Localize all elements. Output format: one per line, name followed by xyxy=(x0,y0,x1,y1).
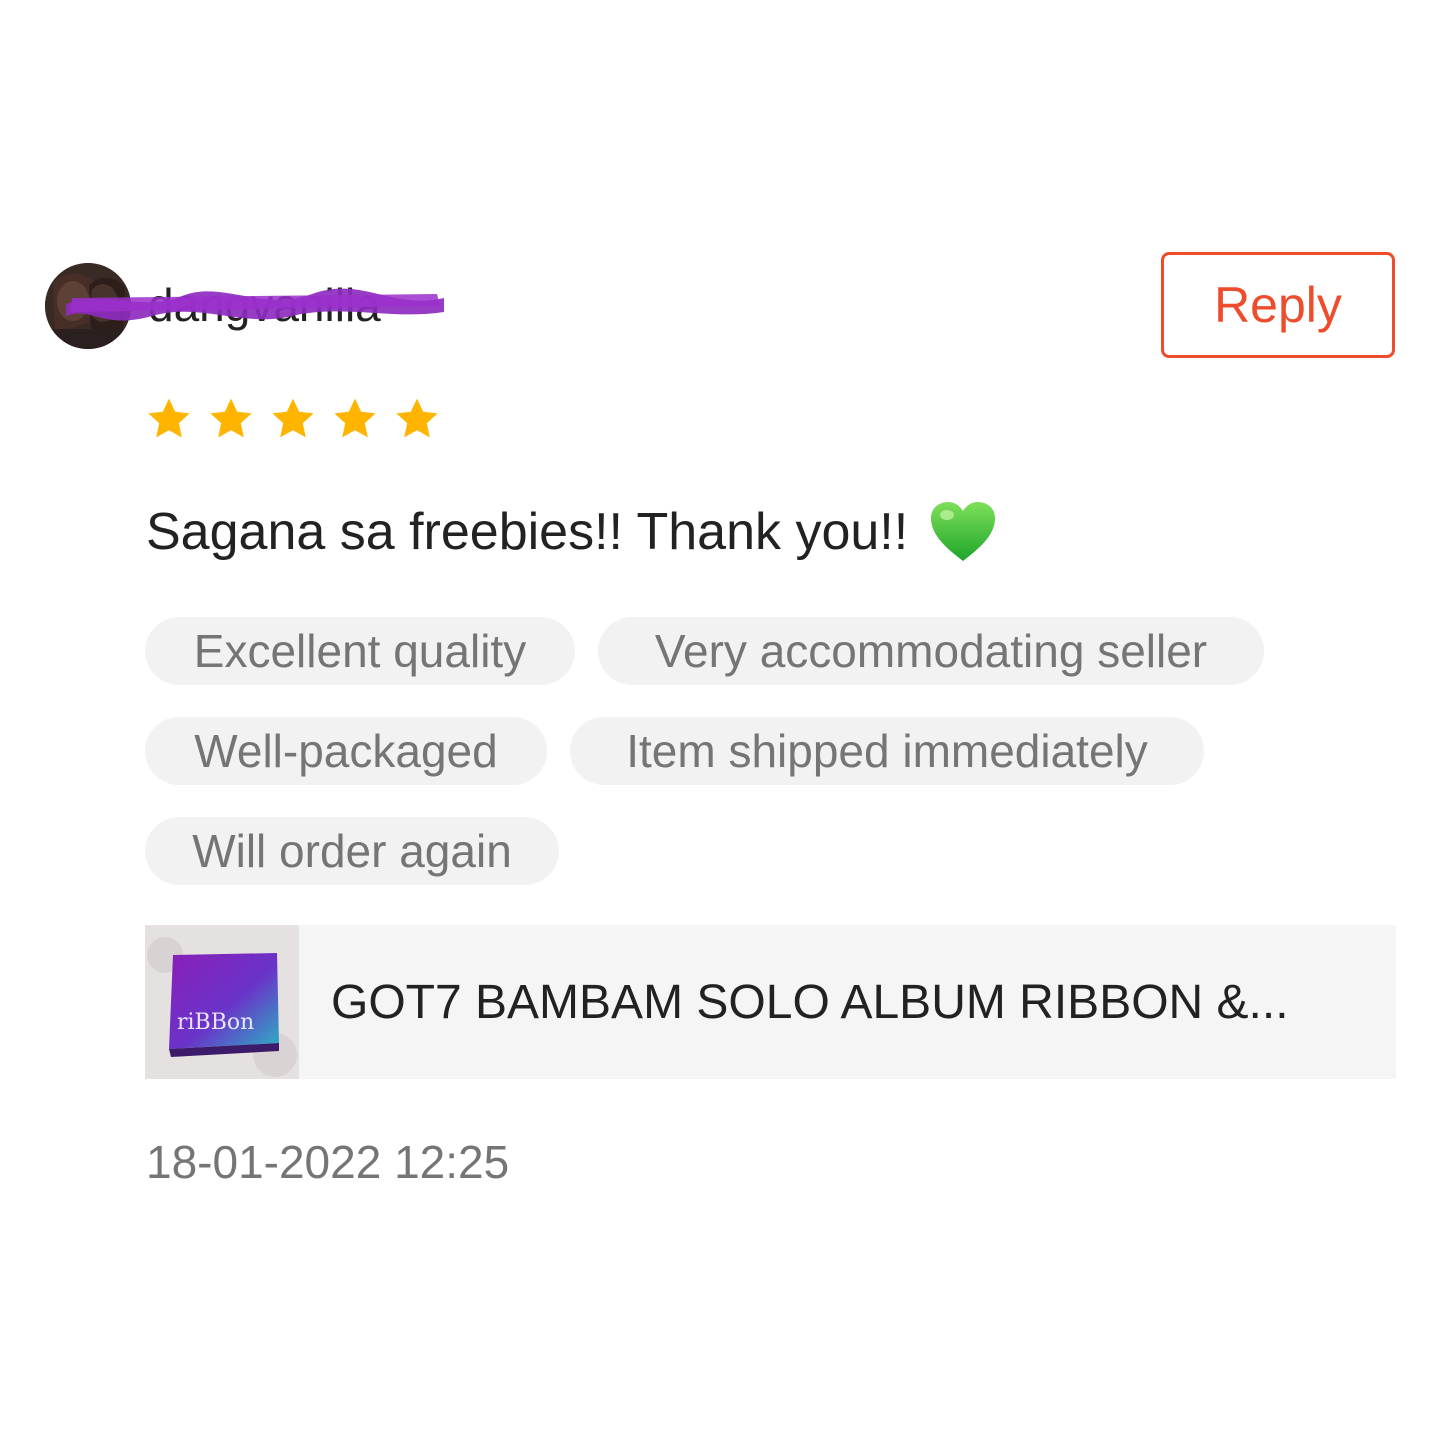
product-thumbnail: riBBon xyxy=(145,925,299,1079)
reply-button[interactable]: Reply xyxy=(1161,252,1395,358)
review-tag: Well-packaged xyxy=(145,717,547,785)
star-icon xyxy=(145,395,193,443)
review-tag: Very accommodating seller xyxy=(598,617,1264,685)
star-icon xyxy=(269,395,317,443)
thumbnail-label: riBBon xyxy=(177,1010,254,1035)
comment-text: Sagana sa freebies!! Thank you!! xyxy=(146,503,909,561)
product-card[interactable]: riBBon GOT7 BAMBAM SOLO ALBUM RIBBON &..… xyxy=(145,925,1396,1079)
username-redaction xyxy=(66,288,444,321)
star-icon xyxy=(207,395,255,443)
product-name: GOT7 BAMBAM SOLO ALBUM RIBBON &... xyxy=(331,975,1289,1029)
review-card: dangvanilla Reply Sagana sa freebies!! T… xyxy=(0,0,1440,1440)
green-heart-icon xyxy=(928,499,998,565)
review-tag: Excellent quality xyxy=(145,617,575,685)
star-icon xyxy=(393,395,441,443)
review-tag: Item shipped immediately xyxy=(570,717,1204,785)
star-icon xyxy=(331,395,379,443)
star-rating xyxy=(145,395,441,443)
review-tag: Will order again xyxy=(145,817,559,885)
review-comment: Sagana sa freebies!! Thank you!! xyxy=(146,497,998,567)
review-timestamp: 18-01-2022 12:25 xyxy=(146,1136,510,1188)
